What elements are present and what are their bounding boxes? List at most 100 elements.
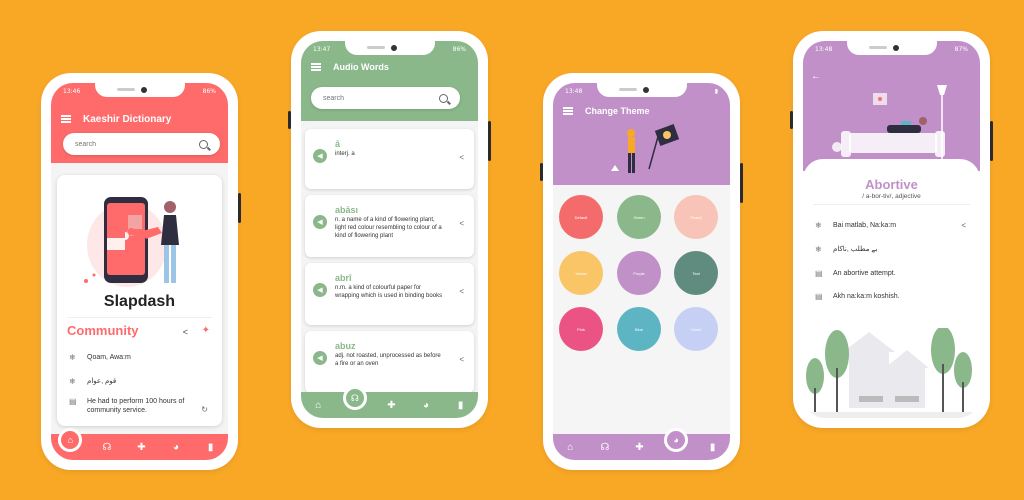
headphones-icon[interactable]: ☊ xyxy=(97,437,117,457)
word-definition: adj. not roasted, unprocessed as before … xyxy=(335,353,441,367)
example-row: ▤ Akh na:ka:m koshish. xyxy=(815,292,950,302)
phone-audio-words: 13:47 86% Audio Words ◀ ā interj. a < ◀ … xyxy=(288,31,491,428)
status-time: 13:48 xyxy=(565,87,583,95)
share-icon[interactable]: < xyxy=(459,219,464,228)
speaker-icon[interactable]: ◀ xyxy=(313,283,327,297)
audio-word-card[interactable]: ◀ abuz adj. not roasted, unprocessed as … xyxy=(305,331,474,393)
word-label: abāsı xyxy=(335,205,359,215)
search-bar[interactable] xyxy=(311,87,460,109)
speaker-icon[interactable]: ◀ xyxy=(313,215,327,229)
word-definition: interj. a xyxy=(335,151,355,157)
book-icon[interactable]: ▮ xyxy=(451,395,471,415)
back-arrow-icon[interactable]: ← xyxy=(811,71,821,82)
status-battery: 86% xyxy=(452,45,466,53)
audio-word-card[interactable]: ◀ ā interj. a < xyxy=(305,129,474,189)
search-input[interactable] xyxy=(75,140,182,148)
book-icon[interactable]: ▮ xyxy=(201,437,221,457)
side-button xyxy=(540,163,543,181)
row-text: Qoam, Awa:m xyxy=(87,354,131,361)
headphones-icon[interactable]: ☊ xyxy=(342,386,367,410)
row-text: An abortive attempt. xyxy=(833,270,896,277)
share-icon[interactable]: < xyxy=(459,287,464,296)
home-icon[interactable]: ⌂ xyxy=(58,428,83,452)
theme-swatch-green[interactable]: Green xyxy=(617,195,661,239)
home-icon[interactable]: ⌂ xyxy=(560,437,580,457)
word-title: Abortive xyxy=(865,177,918,192)
notch xyxy=(846,41,937,55)
menu-icon[interactable] xyxy=(563,107,573,115)
theme-swatch-pink[interactable]: Pink xyxy=(559,307,603,351)
theme-swatch-teal[interactable]: Teal xyxy=(674,251,718,295)
category-label: Community xyxy=(67,323,139,338)
share-icon[interactable]: < xyxy=(459,153,464,162)
search-bar[interactable] xyxy=(63,133,220,155)
status-time: 13:47 xyxy=(313,45,331,53)
bottom-nav: ⌂ ☊ ✚ ◕ ▮ xyxy=(301,386,478,418)
theme-swatch-violet[interactable]: Violet xyxy=(674,307,718,351)
theme-swatch-blue[interactable]: Blue xyxy=(617,307,661,351)
side-button xyxy=(740,163,743,203)
speaker-icon[interactable]: ◀ xyxy=(313,351,327,365)
notch xyxy=(344,41,435,55)
bottom-nav: ⌂ ☊ ✚ ◕ ▮ xyxy=(51,428,228,460)
app-bar: Kaeshir Dictionary xyxy=(51,109,228,129)
share-icon[interactable]: < xyxy=(183,327,188,337)
book-icon[interactable]: ▮ xyxy=(703,437,723,457)
audio-word-card[interactable]: ◀ abrī n.m. a kind of colourful paper fo… xyxy=(305,263,474,325)
palette-icon[interactable]: ◕ xyxy=(664,428,689,452)
row-text: He had to perform 100 hours of community… xyxy=(87,398,185,415)
row-text: Bai matlab, Na:ka:m xyxy=(833,222,897,229)
search-icon[interactable] xyxy=(439,93,448,103)
document-icon: ▤ xyxy=(815,292,823,301)
living-room-illustration xyxy=(832,85,947,161)
document-icon: ▤ xyxy=(69,397,77,406)
search-input[interactable] xyxy=(323,94,423,102)
status-time: 13:46 xyxy=(63,87,81,95)
bottom-nav: ⌂ ☊ ✚ ◕ ▮ xyxy=(553,428,730,460)
audio-word-card[interactable]: ◀ abāsı n. a name of a kind of flowering… xyxy=(305,195,474,257)
snowflake-icon: ❄ xyxy=(815,245,822,254)
word-definition: n. a name of a kind of flowering plant, … xyxy=(335,217,442,239)
speaker-icon[interactable]: ◀ xyxy=(313,149,327,163)
word-title: Slapdash xyxy=(103,293,176,310)
palette-icon[interactable]: ◕ xyxy=(166,437,186,457)
maple-leaf-icon[interactable]: ✦ xyxy=(202,325,210,336)
side-button xyxy=(238,193,241,223)
share-icon[interactable]: < xyxy=(459,355,464,364)
home-icon[interactable]: ⌂ xyxy=(308,395,328,415)
add-icon[interactable]: ✚ xyxy=(131,437,151,457)
row-text: قوم ,عوام xyxy=(87,378,117,385)
side-button xyxy=(488,121,491,161)
phone-change-theme: 13:48 ▮ Change Theme Default Green Peach… xyxy=(540,73,743,470)
flag-illustration xyxy=(611,124,680,173)
row-text: بے مطلب ,ناکام xyxy=(833,246,878,253)
add-icon[interactable]: ✚ xyxy=(381,395,401,415)
headphones-icon[interactable]: ☊ xyxy=(595,437,615,457)
definition-row: ❄ قوم ,عوام xyxy=(69,377,212,387)
status-battery: 87% xyxy=(954,45,968,53)
theme-swatch-default[interactable]: Default xyxy=(559,195,603,239)
app-title: Kaeshir Dictionary xyxy=(83,113,172,125)
document-icon: ▤ xyxy=(815,269,823,278)
theme-swatch-yellow[interactable]: Yellow xyxy=(559,251,603,295)
refresh-icon[interactable]: ↻ xyxy=(201,405,208,414)
search-icon[interactable] xyxy=(199,139,208,149)
theme-swatch-peach[interactable]: Peach xyxy=(674,195,718,239)
app-bar: Audio Words xyxy=(301,57,478,77)
pronunciation: / a-bor-tiv/, adjective xyxy=(862,193,921,200)
screen: 13:48 87% ← Abortive / a-bor-tiv/, adjec… xyxy=(803,41,980,418)
menu-icon[interactable] xyxy=(61,115,71,123)
add-icon[interactable]: ✚ xyxy=(629,437,649,457)
share-icon[interactable]: < xyxy=(961,221,966,230)
example-row: ▤ An abortive attempt. xyxy=(815,269,950,279)
menu-icon[interactable] xyxy=(311,63,321,71)
palette-icon[interactable]: ◕ xyxy=(416,395,436,415)
screen: 13:46 86% Kaeshir Dictionary search Slap… xyxy=(51,83,228,460)
definition-row: ❄ بے مطلب ,ناکام xyxy=(815,245,950,255)
status-time: 13:48 xyxy=(815,45,833,53)
screen: 13:47 86% Audio Words ◀ ā interj. a < ◀ … xyxy=(301,41,478,418)
theme-swatch-purple[interactable]: Purple xyxy=(617,251,661,295)
divider xyxy=(813,204,970,205)
side-button xyxy=(790,111,793,129)
battery-icon: ▮ xyxy=(714,87,718,95)
